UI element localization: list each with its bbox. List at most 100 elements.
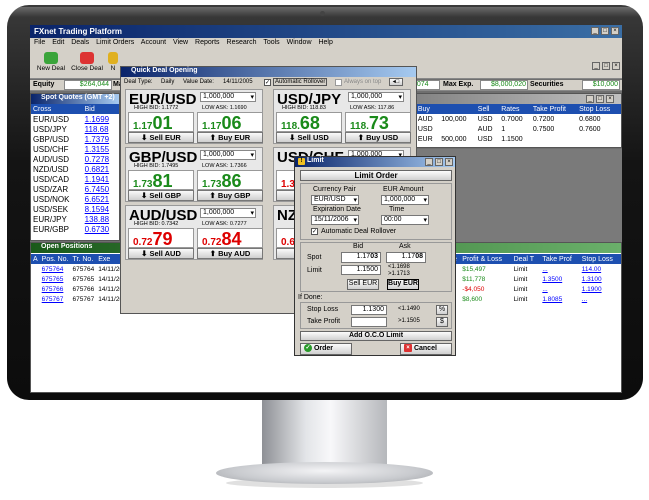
- mdi-restore-icon[interactable]: □: [602, 62, 610, 70]
- position-select[interactable]: [31, 264, 40, 274]
- mdi-close-icon[interactable]: ×: [612, 62, 620, 70]
- spot-bid[interactable]: 8.1594: [83, 204, 119, 214]
- sell-price-box[interactable]: 1.1701: [128, 112, 194, 133]
- spot-quote-row[interactable]: USD/CHF 1.3155: [31, 144, 119, 154]
- position-select[interactable]: [31, 294, 40, 304]
- spot-quote-row[interactable]: EUR/USD 1.1699: [31, 114, 119, 124]
- position-select[interactable]: [31, 274, 40, 284]
- spot-quote-row[interactable]: GBP/USD 1.7379: [31, 134, 119, 144]
- position-cell[interactable]: 675765: [40, 274, 71, 284]
- percent-button[interactable]: %: [436, 305, 448, 315]
- spot-bid[interactable]: 1.1699: [83, 114, 119, 124]
- spot-bid[interactable]: 0.6821: [83, 164, 119, 174]
- spot-bid[interactable]: 0.7278: [83, 154, 119, 164]
- buy-button[interactable]: ⬆ Buy EUR: [197, 132, 263, 143]
- deal-row[interactable]: ftUSDAUD10.75000.7600: [406, 124, 621, 134]
- spot-bid[interactable]: 6.7450: [83, 184, 119, 194]
- sell-price-box[interactable]: 0.7279: [128, 228, 194, 249]
- dollar-button[interactable]: $: [436, 317, 448, 327]
- buy-price-box[interactable]: 0.7284: [197, 228, 263, 249]
- position-right-cell[interactable]: ...: [580, 294, 621, 304]
- stop-loss-input[interactable]: 1.1300: [351, 305, 387, 315]
- tile-amount-select[interactable]: 1,000,000 ▾: [200, 208, 256, 218]
- spot-quote-row[interactable]: EUR/GBP 0.6730: [31, 224, 119, 234]
- limit-restore-icon[interactable]: □: [435, 158, 443, 166]
- spot-bid[interactable]: 1.7379: [83, 134, 119, 144]
- maximize-icon[interactable]: □: [601, 27, 609, 35]
- buy-button[interactable]: ⬆ Buy GBP: [197, 190, 263, 201]
- spot-bid[interactable]: 138.88: [83, 214, 119, 224]
- mdi-minimize-icon[interactable]: _: [592, 62, 600, 70]
- spot-quote-row[interactable]: USD/ZAR 6.7450: [31, 184, 119, 194]
- buy-price-box[interactable]: 1.1706: [197, 112, 263, 133]
- buy-button[interactable]: ⬆ Buy AUD: [197, 248, 263, 259]
- tile-amount-select[interactable]: 1,000,000 ▾: [200, 92, 256, 102]
- sell-button[interactable]: ⬇ Sell EUR: [128, 132, 194, 143]
- sell-price-box[interactable]: 1.7381: [128, 170, 194, 191]
- spot-quote-row[interactable]: EUR/JPY 138.88: [31, 214, 119, 224]
- sell-price-box[interactable]: 118.68: [276, 112, 342, 133]
- sell-button[interactable]: ⬇ Sell USD: [276, 132, 342, 143]
- position-select[interactable]: [31, 284, 40, 294]
- spot-bid[interactable]: 1.1941: [83, 174, 119, 184]
- position-right-row[interactable]: $15,497 Limit... 114.00: [451, 264, 621, 274]
- menu-limit-orders[interactable]: Limit Orders: [96, 39, 134, 46]
- menu-file[interactable]: File: [34, 39, 45, 46]
- take-profit-input[interactable]: [351, 317, 387, 327]
- time-field[interactable]: 00:00 ▾: [381, 215, 429, 225]
- spot-quote-row[interactable]: USD/NOK 6.6521: [31, 194, 119, 204]
- menu-research[interactable]: Research: [227, 39, 257, 46]
- minimize-icon[interactable]: _: [591, 27, 599, 35]
- menu-help[interactable]: Help: [318, 39, 332, 46]
- position-right-cell[interactable]: 1.8085: [540, 294, 579, 304]
- order-button[interactable]: ✓ Order: [300, 343, 352, 355]
- spot-bid[interactable]: 0.6730: [83, 224, 119, 234]
- position-right-cell[interactable]: 114.00: [580, 264, 621, 274]
- tile-amount-select[interactable]: 1,000,000 ▾: [348, 92, 404, 102]
- deal-type-value[interactable]: Daily: [161, 79, 174, 85]
- menu-tools[interactable]: Tools: [263, 39, 279, 46]
- position-cell[interactable]: 675767: [40, 294, 71, 304]
- cancel-button[interactable]: × Cancel: [400, 343, 452, 355]
- buy-button[interactable]: ⬆ Buy USD: [345, 132, 411, 143]
- exp-date-field[interactable]: 15/11/2006 ▾: [311, 215, 359, 225]
- always-on-top-checkbox[interactable]: [335, 79, 342, 86]
- limit-rate-input[interactable]: 1.1500: [341, 265, 381, 275]
- close-icon[interactable]: ×: [611, 27, 619, 35]
- position-right-cell[interactable]: 1.3500: [540, 274, 579, 284]
- auto-deal-rollover-checkbox[interactable]: ✓: [311, 228, 318, 235]
- spot-quote-row[interactable]: USD/CAD 1.1941: [31, 174, 119, 184]
- spot-quote-row[interactable]: USD/SEK 8.1594: [31, 204, 119, 214]
- position-right-row[interactable]: -$4,050 Limit... 1.1900: [451, 284, 621, 294]
- buy-price-box[interactable]: 118.73: [345, 112, 411, 133]
- limit-minimize-icon[interactable]: _: [425, 158, 433, 166]
- deals-close-icon[interactable]: ×: [606, 95, 614, 103]
- menu-view[interactable]: View: [173, 39, 188, 46]
- deals-restore-icon[interactable]: □: [596, 95, 604, 103]
- buy-eur-button[interactable]: Buy EUR: [387, 279, 419, 290]
- menu-account[interactable]: Account: [141, 39, 166, 46]
- position-right-cell[interactable]: ...: [540, 284, 579, 294]
- currency-pair-select[interactable]: EUR/USD ▾: [311, 195, 359, 205]
- deal-row[interactable]: ftEUR500,000USD1.1500: [406, 134, 621, 144]
- menu-window[interactable]: Window: [287, 39, 312, 46]
- deals-minimize-icon[interactable]: _: [586, 95, 594, 103]
- add-oco-limit-button[interactable]: Add O.C.O Limit: [300, 331, 452, 341]
- toolbar-more-button[interactable]: N: [106, 51, 120, 77]
- position-right-cell[interactable]: ...: [540, 264, 579, 274]
- new-deal-button[interactable]: New Deal: [34, 51, 68, 77]
- deal-row[interactable]: ftAUD100,000USD0.70000.72000.6800: [406, 114, 621, 124]
- sell-button[interactable]: ⬇ Sell GBP: [128, 190, 194, 201]
- limit-close-icon[interactable]: ×: [445, 158, 453, 166]
- buy-price-box[interactable]: 1.7386: [197, 170, 263, 191]
- eur-amount-select[interactable]: 1,000,000 ▾: [381, 195, 429, 205]
- menu-reports[interactable]: Reports: [195, 39, 220, 46]
- sell-eur-button[interactable]: Sell EUR: [347, 279, 379, 290]
- spot-quote-row[interactable]: AUD/USD 0.7278: [31, 154, 119, 164]
- position-right-cell[interactable]: 1.3100: [580, 274, 621, 284]
- spot-bid[interactable]: 6.6521: [83, 194, 119, 204]
- position-cell[interactable]: 675766: [40, 284, 71, 294]
- position-cell[interactable]: 675764: [40, 264, 71, 274]
- spot-quote-row[interactable]: NZD/USD 0.6821: [31, 164, 119, 174]
- spot-quote-row[interactable]: USD/JPY 118.68: [31, 124, 119, 134]
